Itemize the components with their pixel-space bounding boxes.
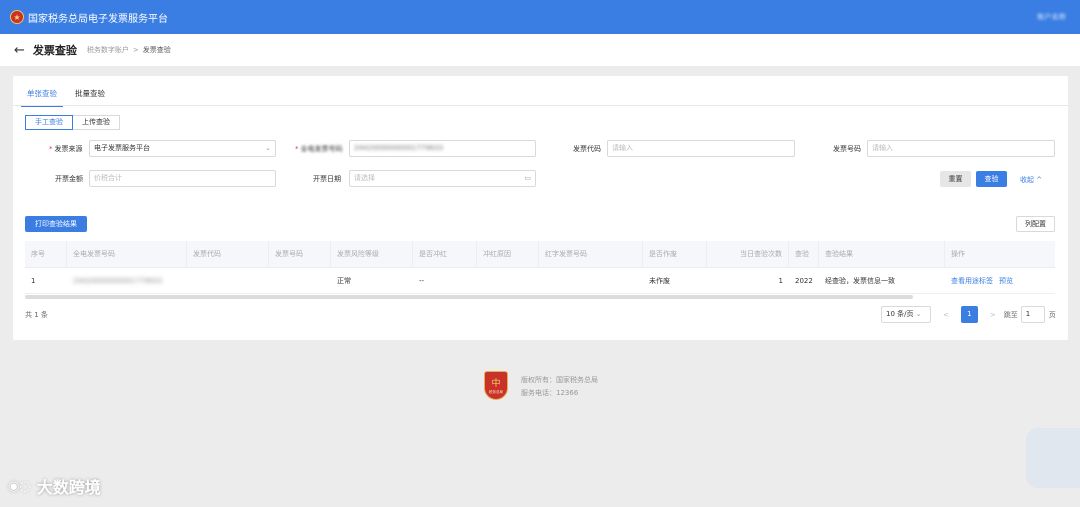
tax-emblem-icon: ★ <box>10 10 24 24</box>
row-red-flag: -- <box>419 276 425 285</box>
tab-single-verify[interactable]: 单张查验 <box>21 85 63 107</box>
print-results-button[interactable]: 打印查验结果 <box>25 216 87 232</box>
column-header: 是否作废 <box>643 241 707 267</box>
user-account[interactable]: 账户名称 <box>1037 12 1066 22</box>
calendar-icon: ▭ <box>524 174 531 182</box>
chevron-up-icon: ^ <box>1036 176 1043 184</box>
row-daily-count: 1 <box>778 276 783 285</box>
breadcrumb-parent[interactable]: 税务数字账户 <box>87 45 129 55</box>
column-header: 查验 <box>789 241 819 267</box>
mode-toggle: 手工查验 上传查验 <box>25 115 120 130</box>
breadcrumb-bar: ← 发票查验 税务数字账户 > 发票查验 <box>0 34 1080 66</box>
date-label: 开票日期 <box>313 175 341 183</box>
app-title: 国家税务总局电子发票服务平台 <box>28 13 168 25</box>
row-full-number: 24420000000001779633 <box>73 276 163 285</box>
column-header: 发票代码 <box>187 241 269 267</box>
full-number-label: * 全电发票号码 <box>295 145 343 153</box>
amount-label: 开票金额 <box>55 175 83 183</box>
total-count: 共 1 条 <box>25 311 48 319</box>
column-header: 全电发票号码 <box>67 241 187 267</box>
top-bar: ★ 国家税务总局电子发票服务平台 账户名称 <box>0 0 1080 34</box>
preview-link[interactable]: 预览 <box>999 276 1013 286</box>
table-row: 1 24420000000001779633 正常 -- 未作废 1 2022 … <box>25 268 1055 294</box>
row-number <box>269 268 331 293</box>
page-1-button[interactable]: 1 <box>960 306 978 323</box>
row-index: 1 <box>31 276 36 285</box>
page-size-select[interactable]: 10 条/页 ⌄ <box>881 306 931 323</box>
prev-page-button[interactable]: < <box>943 311 949 319</box>
row-verify-result: 经查验，发票信息一致 <box>825 276 895 285</box>
tab-bar: 单张查验 批量查验 <box>21 85 117 107</box>
tab-divider <box>13 105 1068 106</box>
row-void-status: 未作废 <box>649 276 670 285</box>
footer-phone: 服务电话：12366 <box>521 389 579 397</box>
row-verify-time: 2022 <box>795 276 813 285</box>
breadcrumb-separator: > <box>132 46 139 54</box>
view-usage-tags-link[interactable]: 查看用途标签 <box>951 276 993 286</box>
floating-help-widget[interactable] <box>1026 428 1080 488</box>
tab-batch-verify[interactable]: 批量查验 <box>69 85 111 107</box>
invoice-code-input[interactable]: 请输入 <box>607 140 795 157</box>
amount-input[interactable]: 价税合计 <box>89 170 276 187</box>
chevron-down-icon: ⌄ <box>915 310 922 318</box>
tax-bureau-logo: 中 税务总局 <box>484 371 508 400</box>
row-risk-level: 正常 <box>337 276 351 285</box>
row-actions: 查看用途标签 预览 <box>945 268 1055 293</box>
code-label: 发票代码 <box>573 145 601 153</box>
breadcrumb-current: 发票查验 <box>142 46 171 54</box>
column-header: 冲红原因 <box>477 241 539 267</box>
row-code <box>187 268 269 293</box>
column-header: 是否冲红 <box>413 241 477 267</box>
pagination: 10 条/页 ⌄ < 1 > 跳至 1 页 <box>881 306 1056 323</box>
column-header: 发票风险等级 <box>331 241 413 267</box>
page-unit: 页 <box>1048 310 1056 319</box>
back-arrow-icon[interactable]: ← <box>14 44 25 57</box>
column-config-button[interactable]: 列配置 <box>1016 216 1055 232</box>
verification-card: 单张查验 批量查验 手工查验 上传查验 * 发票来源 电子发票服务平台 ⌄ * 全电… <box>13 76 1068 340</box>
watermark-logo-icon: ◉◌ <box>8 478 31 494</box>
reset-button[interactable]: 重置 <box>940 171 971 187</box>
row-red-number <box>539 268 643 293</box>
next-page-button[interactable]: > <box>990 311 996 319</box>
column-header: 红字发票号码 <box>539 241 643 267</box>
chevron-down-icon: ⌄ <box>265 144 271 152</box>
table-header: 序号 全电发票号码 发票代码 发票号码 发票风险等级 是否冲红 冲红原因 红字发… <box>25 241 1055 268</box>
column-header: 操作 <box>951 250 965 258</box>
source-select[interactable]: 电子发票服务平台 ⌄ <box>89 140 276 157</box>
jump-label: 跳至 <box>1003 310 1018 319</box>
row-red-reason <box>477 268 539 293</box>
results-table: 序号 全电发票号码 发票代码 发票号码 发票风险等级 是否冲红 冲红原因 红字发… <box>25 241 1055 294</box>
manual-verify-button[interactable]: 手工查验 <box>25 115 73 130</box>
table-horizontal-scrollbar[interactable] <box>25 295 913 299</box>
footer-copyright: 版权所有：国家税务总局 <box>521 376 598 384</box>
upload-verify-button[interactable]: 上传查验 <box>73 115 120 130</box>
column-header: 当日查验次数 <box>707 241 789 267</box>
page-title: 发票查验 <box>32 44 77 57</box>
date-picker[interactable]: 请选择 ▭ <box>349 170 536 187</box>
watermark: ◉◌ 大数跨境 <box>8 478 101 497</box>
number-label: 发票号码 <box>833 145 861 153</box>
source-label: * 发票来源 <box>49 145 83 153</box>
jump-page-input[interactable]: 1 <box>1020 306 1045 323</box>
column-header: 发票号码 <box>269 241 331 267</box>
column-header: 查验结果 <box>819 241 945 267</box>
collapse-link[interactable]: 收起 ^ <box>1020 175 1042 185</box>
invoice-number-input[interactable]: 请输入 <box>867 140 1055 157</box>
verify-button[interactable]: 查验 <box>976 171 1007 187</box>
column-header: 序号 <box>25 241 67 267</box>
full-number-field[interactable]: 24420000000001779633 <box>349 140 536 157</box>
